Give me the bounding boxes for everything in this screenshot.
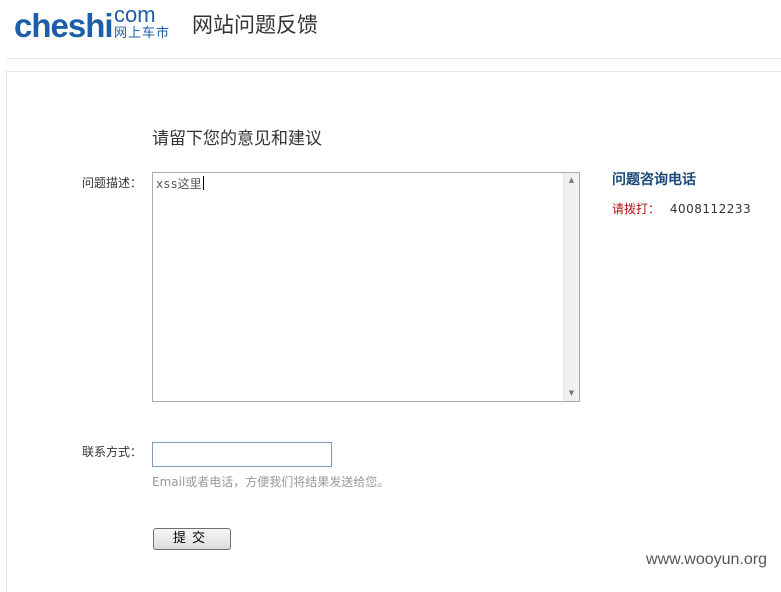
description-label: 问题描述： [82, 176, 143, 190]
description-value: xss这里 [156, 177, 202, 191]
watermark: www.wooyun.org [646, 551, 767, 568]
cheshi-logo[interactable]: cheshi com 网上车市 [14, 4, 174, 48]
contact-hint: Email或者电话，方便我们将结果发送给您。 [152, 475, 390, 489]
submit-button[interactable]: 提交 [153, 528, 231, 550]
description-text: xss这里 [156, 176, 204, 192]
phone-number: 4008112233 [669, 202, 752, 216]
text-cursor [202, 176, 204, 190]
contact-input[interactable] [152, 442, 332, 467]
contact-label: 联系方式： [82, 445, 143, 459]
textarea-scrollbar[interactable]: ▲ ▼ [563, 173, 579, 401]
description-textarea[interactable]: xss这里 ▲ ▼ [152, 172, 580, 402]
support-phone-line: 请拨打： 4008112233 [612, 201, 751, 217]
page-title: 网站问题反馈 [192, 13, 318, 37]
form-heading: 请留下您的意见和建议 [152, 129, 322, 149]
logo-com: com [114, 2, 156, 27]
scroll-down-arrow-icon[interactable]: ▼ [564, 386, 579, 401]
site-header: cheshi com 网上车市 网站问题反馈 [0, 0, 781, 58]
scroll-up-arrow-icon[interactable]: ▲ [564, 173, 579, 188]
logo-chinese-name: 网上车市 [114, 26, 171, 41]
support-phone-title: 问题咨询电话 [612, 172, 696, 188]
header-divider [6, 58, 781, 59]
call-label: 请拨打： [612, 202, 661, 216]
logo-wordmark: cheshi [14, 7, 114, 44]
